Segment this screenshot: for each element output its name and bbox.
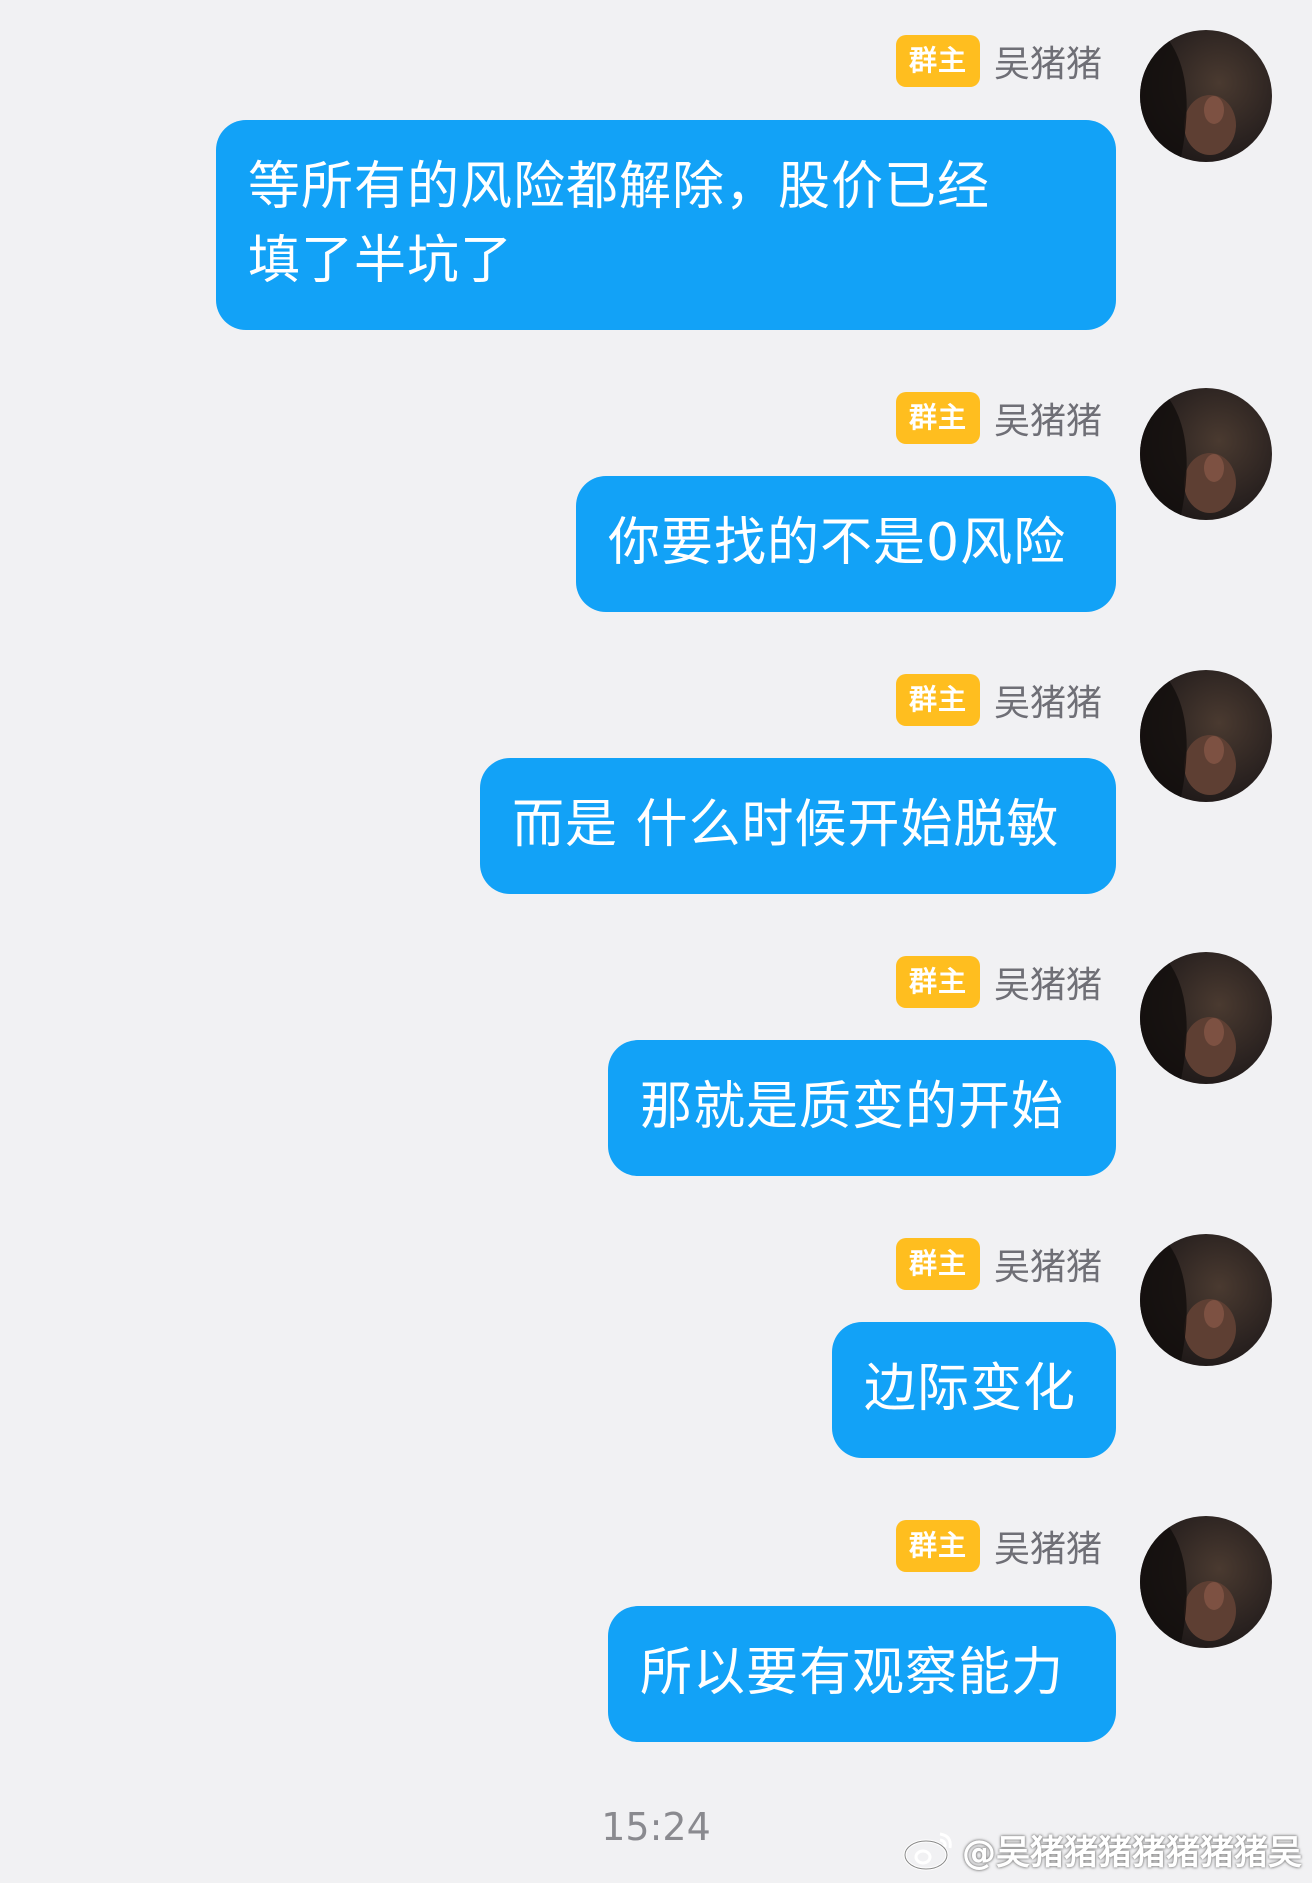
sender-name[interactable]: 吴猪猪	[994, 674, 1102, 726]
owner-badge: 群主	[895, 956, 980, 1008]
message-bubble[interactable]: 那就是质变的开始	[608, 1040, 1116, 1176]
avatar[interactable]	[1140, 1516, 1272, 1648]
chat-area[interactable]: 群主 吴猪猪 等所有的风险都解除，股价已经 填了半坑了 群主 吴猪猪 你要找的不…	[0, 0, 1312, 1883]
weibo-icon	[903, 1832, 952, 1870]
watermark: @吴猪猪猪猪猪猪猪吴	[902, 1825, 1302, 1874]
owner-badge: 群主	[895, 674, 980, 726]
avatar[interactable]	[1140, 1234, 1272, 1366]
message-meta: 群主 吴猪猪	[895, 672, 1102, 728]
avatar-image	[1140, 952, 1236, 1084]
avatar[interactable]	[1140, 670, 1272, 802]
owner-badge: 群主	[895, 35, 980, 87]
avatar-image	[1140, 388, 1236, 520]
avatar[interactable]	[1140, 30, 1272, 162]
message-bubble[interactable]: 边际变化	[832, 1322, 1116, 1458]
sender-name[interactable]: 吴猪猪	[994, 35, 1102, 87]
sender-name[interactable]: 吴猪猪	[994, 956, 1102, 1008]
owner-badge: 群主	[895, 1520, 980, 1572]
avatar[interactable]	[1140, 388, 1272, 520]
avatar-image	[1140, 1516, 1236, 1648]
owner-badge: 群主	[895, 1238, 980, 1290]
sender-name[interactable]: 吴猪猪	[994, 1520, 1102, 1572]
message-meta: 群主 吴猪猪	[895, 390, 1102, 446]
message-bubble[interactable]: 所以要有观察能力	[608, 1606, 1116, 1742]
sender-name[interactable]: 吴猪猪	[994, 392, 1102, 444]
message-meta: 群主 吴猪猪	[895, 1236, 1102, 1292]
message-bubble[interactable]: 你要找的不是0风险	[576, 476, 1116, 612]
message-meta: 群主 吴猪猪	[895, 1518, 1102, 1574]
avatar-image	[1140, 1234, 1236, 1366]
avatar[interactable]	[1140, 952, 1272, 1084]
sender-name[interactable]: 吴猪猪	[994, 1238, 1102, 1290]
message-meta: 群主 吴猪猪	[895, 954, 1102, 1010]
avatar-image	[1140, 30, 1236, 162]
owner-badge: 群主	[895, 392, 980, 444]
watermark-text: @吴猪猪猪猪猪猪猪吴	[962, 1833, 1302, 1873]
message-bubble[interactable]: 而是 什么时候开始脱敏	[480, 758, 1116, 894]
message-bubble[interactable]: 等所有的风险都解除，股价已经 填了半坑了	[216, 120, 1116, 330]
message-meta: 群主 吴猪猪	[895, 33, 1102, 89]
avatar-image	[1140, 670, 1236, 802]
